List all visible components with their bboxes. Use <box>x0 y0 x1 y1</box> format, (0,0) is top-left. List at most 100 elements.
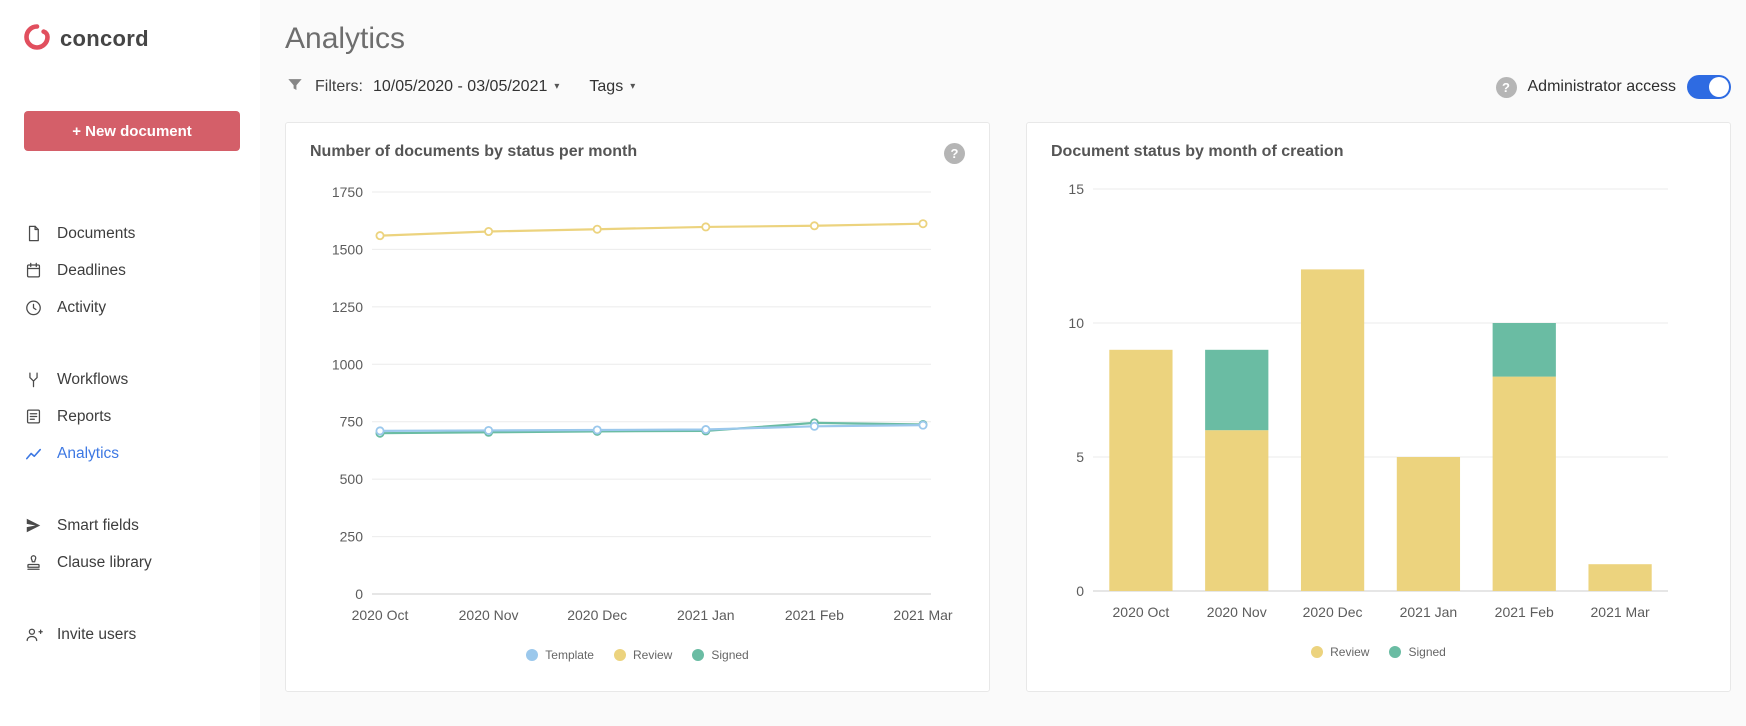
app-window: concord + New document Documents Deadlin… <box>0 0 1746 726</box>
legend-dot <box>526 649 539 661</box>
legend-item-signed[interactable]: Signed <box>1389 645 1446 659</box>
charts-row: Number of documents by status per month … <box>285 122 1731 692</box>
legend-dot <box>613 649 626 661</box>
legend-dot <box>692 649 705 661</box>
filters-label: Filters: <box>315 78 363 95</box>
admin-access-control: ? Administrator access <box>1495 75 1731 99</box>
card-header: Number of documents by status per month … <box>310 143 965 164</box>
line-chart-card: Number of documents by status per month … <box>285 122 990 692</box>
sidebar: concord + New document Documents Deadlin… <box>0 0 260 726</box>
invite-users-icon <box>24 625 43 644</box>
legend-item-review[interactable]: Review <box>613 648 673 662</box>
nav-group-tools: Workflows Reports Analytics <box>24 361 240 472</box>
sidebar-nav: Documents Deadlines Activity Workflows R… <box>24 215 240 653</box>
reports-icon <box>24 407 43 426</box>
tags-dropdown[interactable]: Tags ▾ <box>589 78 635 96</box>
page-title: Analytics <box>285 22 406 55</box>
sidebar-item-label: Analytics <box>57 444 120 462</box>
main-content: Analytics Filters: 10/05/2020 - 03/05/20… <box>260 0 1746 726</box>
nav-group-invite: Invite users <box>24 616 240 653</box>
sidebar-item-label: Activity <box>57 298 107 316</box>
legend-item-review[interactable]: Review <box>1311 645 1369 659</box>
chevron-down-icon: ▾ <box>630 81 636 92</box>
clock-icon <box>24 298 43 317</box>
clause-library-icon <box>24 553 43 572</box>
filters-bar: Filters: 10/05/2020 - 03/05/2021 ▾ Tags … <box>285 75 635 100</box>
sidebar-item-activity[interactable]: Activity <box>24 289 240 326</box>
tags-label: Tags <box>589 78 624 95</box>
svg-text:2021 Mar: 2021 Mar <box>1591 604 1650 620</box>
admin-access-label: Administrator access <box>1527 78 1677 95</box>
legend-dot <box>1389 646 1402 658</box>
svg-text:2021 Feb: 2021 Feb <box>785 607 844 623</box>
svg-text:500: 500 <box>340 471 364 487</box>
sidebar-item-clause-library[interactable]: Clause library <box>24 544 240 581</box>
sidebar-item-workflows[interactable]: Workflows <box>24 361 240 398</box>
legend-label: Review <box>1330 645 1370 659</box>
sidebar-item-reports[interactable]: Reports <box>24 398 240 435</box>
document-icon <box>24 224 43 243</box>
documents-by-status-line-chart: 0 250 500 750 1000 1250 1500 1750 2020 Oct 2020 N… <box>332 184 953 623</box>
card-title: Document status by month of creation <box>1051 143 1344 160</box>
toolbar: Filters: 10/05/2020 - 03/05/2021 ▾ Tags … <box>285 72 1731 102</box>
svg-text:1500: 1500 <box>332 241 363 257</box>
svg-text:5: 5 <box>1076 449 1084 465</box>
svg-text:1000: 1000 <box>332 356 363 372</box>
new-document-button[interactable]: + New document <box>24 111 240 151</box>
sidebar-item-label: Clause library <box>57 553 152 571</box>
sidebar-item-analytics[interactable]: Analytics <box>24 435 240 472</box>
help-icon[interactable]: ? <box>1495 76 1517 98</box>
chart-legend: Template Review Signed <box>310 648 965 662</box>
analytics-icon <box>24 444 43 463</box>
concord-logo-icon <box>24 23 50 55</box>
svg-text:1250: 1250 <box>332 299 363 315</box>
workflow-icon <box>24 370 43 389</box>
sidebar-item-invite-users[interactable]: Invite users <box>24 616 240 653</box>
calendar-icon <box>24 261 43 280</box>
date-range-dropdown[interactable]: 10/05/2020 - 03/05/2021 ▾ <box>373 78 559 96</box>
svg-text:0: 0 <box>1076 583 1084 599</box>
svg-text:2020 Nov: 2020 Nov <box>459 607 519 623</box>
svg-text:2020 Dec: 2020 Dec <box>567 607 627 623</box>
chart-legend: Review Signed <box>1051 645 1706 659</box>
filter-icon <box>285 75 305 100</box>
legend-label: Review <box>632 648 673 662</box>
help-icon[interactable]: ? <box>944 143 965 164</box>
sidebar-item-label: Smart fields <box>57 516 139 534</box>
brand-name: concord <box>60 26 149 51</box>
legend-label: Template <box>545 648 594 662</box>
bar-chart-card: Document status by month of creation 0 5 1… <box>1026 122 1731 692</box>
card-header: Document status by month of creation <box>1051 143 1706 161</box>
svg-text:2021 Jan: 2021 Jan <box>677 607 735 623</box>
svg-text:2021 Feb: 2021 Feb <box>1495 604 1554 620</box>
status-by-month-bar-chart: 0 5 10 15 2020 Oct 2020 Nov 2020 Dec 2021 Jan 20… <box>1068 181 1668 620</box>
legend-dot <box>1311 646 1324 658</box>
legend-item-template[interactable]: Template <box>526 648 594 662</box>
sidebar-item-label: Workflows <box>57 370 129 388</box>
svg-text:15: 15 <box>1068 181 1084 197</box>
admin-access-toggle[interactable] <box>1687 75 1731 99</box>
svg-text:1750: 1750 <box>332 184 363 200</box>
svg-text:2020 Nov: 2020 Nov <box>1207 604 1267 620</box>
legend-item-signed[interactable]: Signed <box>692 648 749 662</box>
legend-label: Signed <box>1408 645 1446 659</box>
svg-text:2021 Mar: 2021 Mar <box>893 607 952 623</box>
concord-logo[interactable]: concord <box>24 23 240 55</box>
svg-text:750: 750 <box>340 414 364 430</box>
sidebar-item-label: Documents <box>57 224 136 242</box>
legend-label: Signed <box>711 648 749 662</box>
svg-text:10: 10 <box>1068 315 1084 331</box>
sidebar-item-smart-fields[interactable]: Smart fields <box>24 507 240 544</box>
nav-group-documents: Documents Deadlines Activity <box>24 215 240 326</box>
sidebar-item-label: Deadlines <box>57 261 126 279</box>
card-title: Number of documents by status per month <box>310 143 638 160</box>
nav-group-library: Smart fields Clause library <box>24 507 240 581</box>
toggle-knob <box>1709 77 1729 97</box>
chevron-down-icon: ▾ <box>554 81 560 92</box>
sidebar-item-label: Invite users <box>57 625 137 643</box>
svg-text:2020 Dec: 2020 Dec <box>1303 604 1363 620</box>
svg-text:0: 0 <box>355 586 363 602</box>
sidebar-item-documents[interactable]: Documents <box>24 215 240 252</box>
smart-fields-icon <box>24 516 43 535</box>
sidebar-item-deadlines[interactable]: Deadlines <box>24 252 240 289</box>
